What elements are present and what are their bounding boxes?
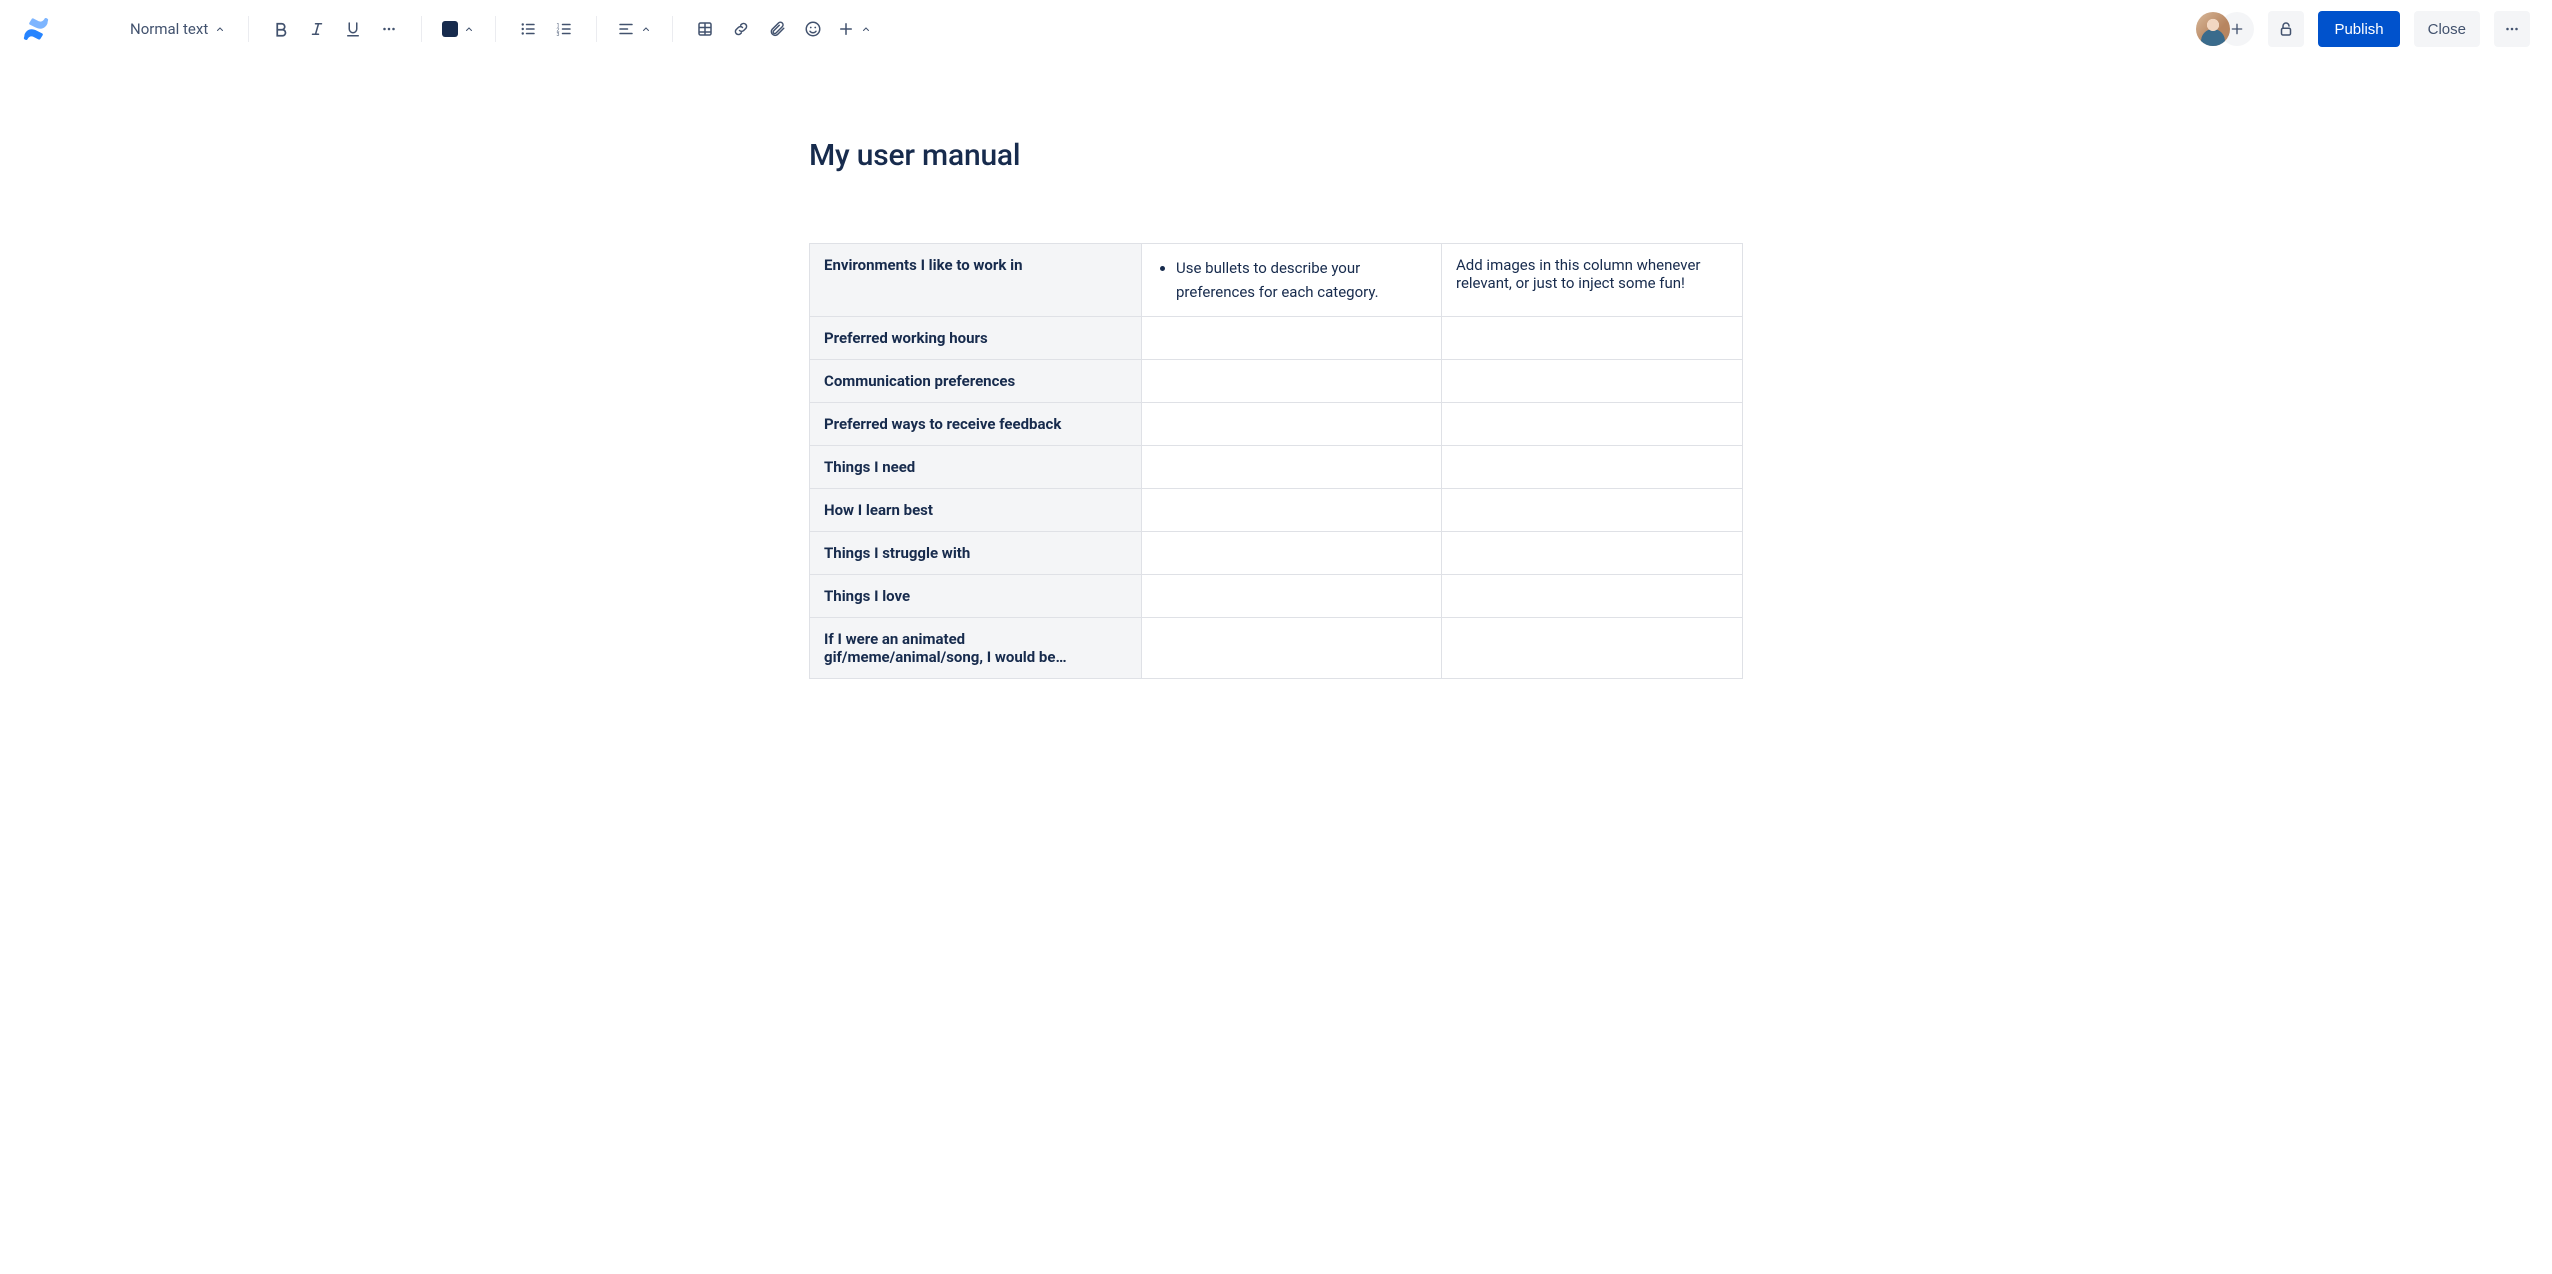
row-images[interactable] [1442,575,1743,618]
table-row: If I were an animated gif/meme/animal/so… [810,618,1743,679]
underline-button[interactable] [337,13,369,45]
table-row: Things I love [810,575,1743,618]
row-label[interactable]: Things I need [810,446,1142,489]
svg-text:3: 3 [557,32,560,38]
row-label[interactable]: How I learn best [810,489,1142,532]
editor-content[interactable]: My user manual Environments I like to wo… [809,58,1743,719]
bullet-item[interactable]: Use bullets to describe your preferences… [1176,256,1427,304]
row-label[interactable]: Environments I like to work in [810,244,1142,317]
table-row: Things I struggle with [810,532,1743,575]
table-row: Environments I like to work in Use bulle… [810,244,1743,317]
row-images[interactable] [1442,360,1743,403]
row-preferences[interactable] [1142,532,1442,575]
row-preferences[interactable] [1142,317,1442,360]
close-button[interactable]: Close [2414,11,2480,47]
insert-button[interactable] [833,13,876,45]
table-row: How I learn best [810,489,1743,532]
alignment-button[interactable] [613,13,656,45]
row-images[interactable] [1442,403,1743,446]
table-button[interactable] [689,13,721,45]
publish-button[interactable]: Publish [2318,11,2399,47]
text-color-button[interactable] [438,13,479,45]
collaborators [2196,12,2254,46]
row-label[interactable]: Communication preferences [810,360,1142,403]
text-style-label: Normal text [130,20,208,38]
restrictions-button[interactable] [2268,11,2304,47]
row-preferences[interactable] [1142,360,1442,403]
row-images[interactable] [1442,317,1743,360]
avatar[interactable] [2196,12,2230,46]
row-label[interactable]: Preferred ways to receive feedback [810,403,1142,446]
italic-button[interactable] [301,13,333,45]
row-label[interactable]: Preferred working hours [810,317,1142,360]
row-label[interactable]: If I were an animated gif/meme/animal/so… [810,618,1142,679]
toolbar-separator [248,16,249,42]
bold-button[interactable] [265,13,297,45]
more-formatting-button[interactable] [373,13,405,45]
table-row: Things I need [810,446,1743,489]
user-manual-table[interactable]: Environments I like to work in Use bulle… [809,243,1743,679]
text-style-dropdown[interactable]: Normal text [124,13,232,45]
row-images[interactable] [1442,532,1743,575]
bullet-list-button[interactable] [512,13,544,45]
toolbar-separator [495,16,496,42]
row-preferences[interactable]: Use bullets to describe your preferences… [1142,244,1442,317]
row-images[interactable] [1442,489,1743,532]
row-preferences[interactable] [1142,618,1442,679]
confluence-logo-icon[interactable] [22,15,50,43]
row-preferences[interactable] [1142,446,1442,489]
row-images[interactable] [1442,446,1743,489]
row-preferences[interactable] [1142,575,1442,618]
numbered-list-button[interactable]: 123 [548,13,580,45]
row-preferences[interactable] [1142,403,1442,446]
table-row: Preferred working hours [810,317,1743,360]
more-actions-button[interactable] [2494,11,2530,47]
chevron-up-icon [463,23,475,35]
emoji-button[interactable] [797,13,829,45]
chevron-up-icon [640,23,652,35]
attachment-button[interactable] [761,13,793,45]
row-preferences[interactable] [1142,489,1442,532]
chevron-up-icon [214,23,226,35]
link-button[interactable] [725,13,757,45]
editor-toolbar: Normal text [0,0,2552,58]
toolbar-separator [421,16,422,42]
table-row: Preferred ways to receive feedback [810,403,1743,446]
toolbar-separator [672,16,673,42]
row-label[interactable]: Things I struggle with [810,532,1142,575]
toolbar-separator [596,16,597,42]
color-swatch-icon [442,21,458,37]
page-title[interactable]: My user manual [809,138,1743,173]
row-images[interactable] [1442,618,1743,679]
row-images[interactable]: Add images in this column whenever relev… [1442,244,1743,317]
table-row: Communication preferences [810,360,1743,403]
row-label[interactable]: Things I love [810,575,1142,618]
chevron-up-icon [860,23,872,35]
